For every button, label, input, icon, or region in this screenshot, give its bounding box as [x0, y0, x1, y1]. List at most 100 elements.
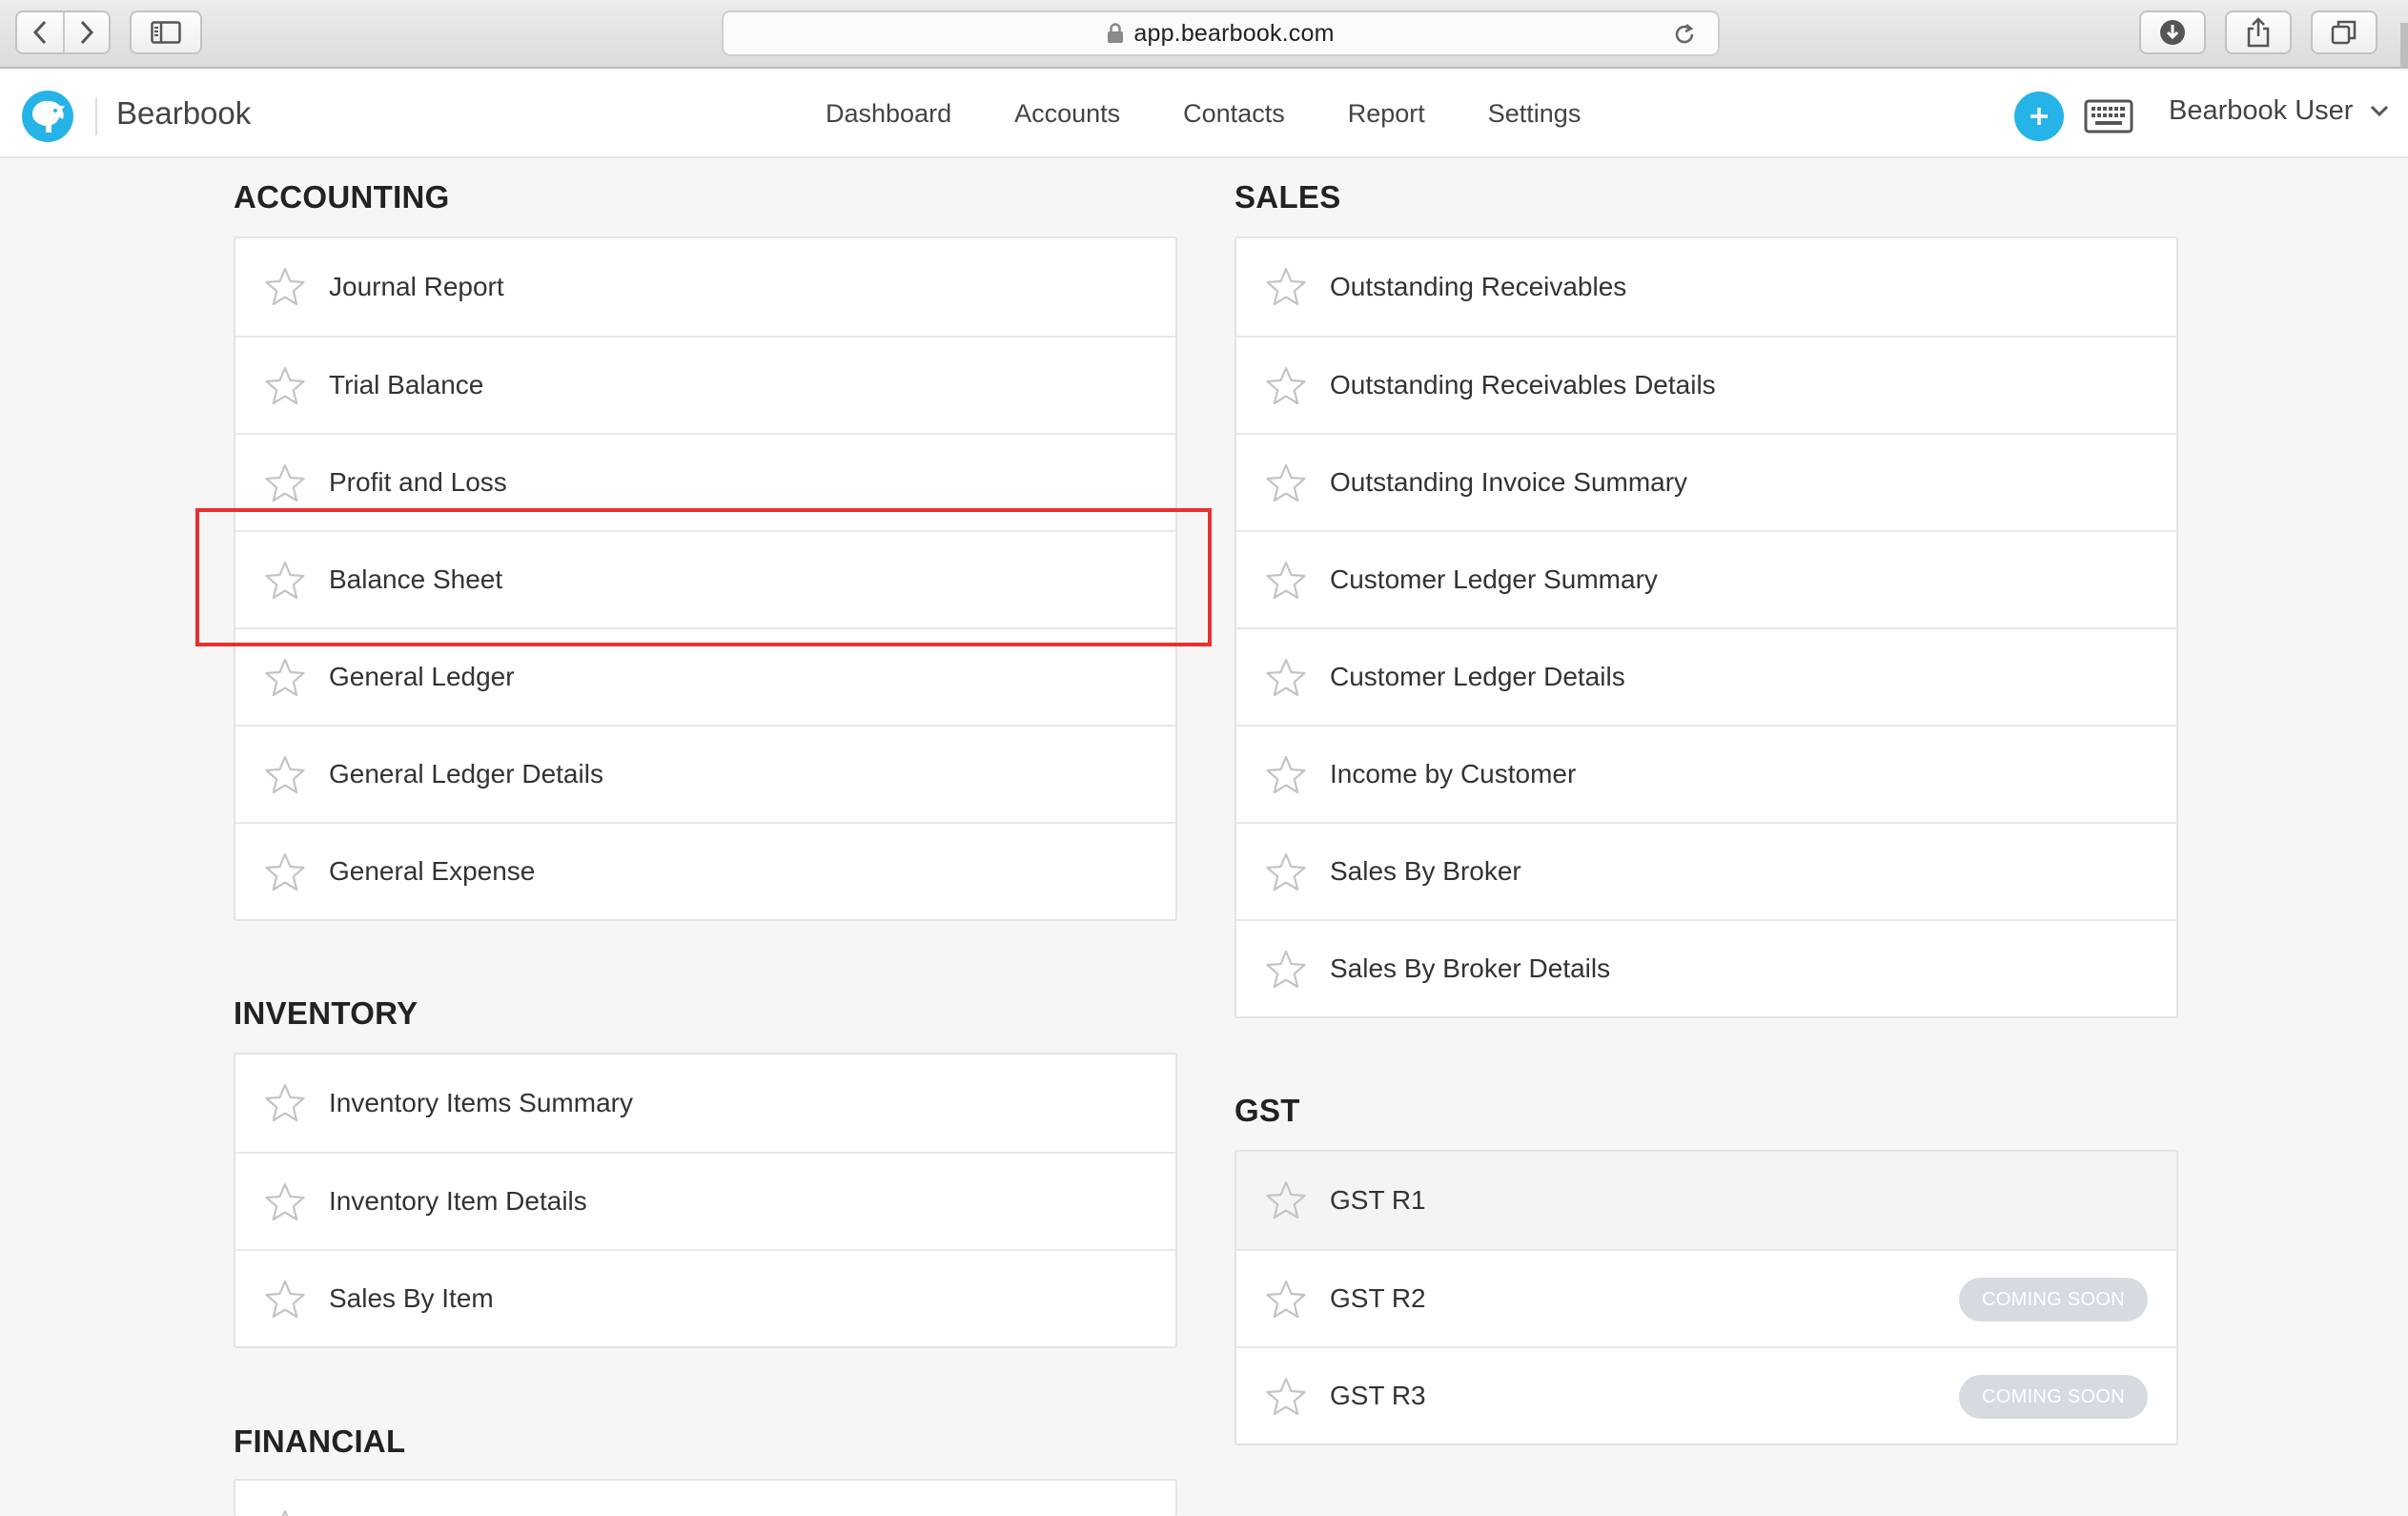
star-icon[interactable]	[1265, 851, 1307, 893]
report-label: Sales By Broker	[1330, 856, 1521, 886]
gst-report-list: GST R1 GST R2 COMING SOON GST R3 COMING …	[1235, 1150, 2178, 1445]
report-label: Sales By Item	[329, 1283, 494, 1313]
brand-divider	[95, 97, 97, 135]
sidebar-toggle-button[interactable]	[130, 10, 202, 54]
report-row-inventory-item-details[interactable]: Inventory Item Details	[235, 1152, 1175, 1249]
nav-accounts[interactable]: Accounts	[1014, 99, 1120, 129]
share-icon	[2247, 17, 2270, 48]
report-row-outstanding-receivables[interactable]: Outstanding Receivables	[1236, 238, 2176, 336]
share-button[interactable]	[2225, 10, 2292, 54]
star-icon[interactable]	[1265, 266, 1307, 308]
tabs-overview-button[interactable]	[2311, 10, 2377, 54]
chevron-right-icon	[80, 20, 94, 45]
highlight-annotation-box	[195, 508, 1212, 646]
add-button[interactable]	[2014, 92, 2064, 141]
chevron-left-icon	[32, 20, 47, 45]
history-nav	[15, 10, 111, 54]
section-title-gst: GST	[1235, 1093, 1300, 1128]
report-row-sales-by-item[interactable]: Sales By Item	[235, 1249, 1175, 1346]
report-row-trial-balance[interactable]: Trial Balance	[235, 336, 1175, 433]
star-icon[interactable]	[264, 1181, 306, 1223]
report-row-inventory-items-summary[interactable]: Inventory Items Summary	[235, 1055, 1175, 1152]
main-nav: Dashboard Accounts Contacts Report Setti…	[826, 99, 1643, 129]
star-icon[interactable]	[264, 1279, 306, 1321]
report-row-sales-by-broker[interactable]: Sales By Broker	[1236, 822, 2176, 919]
forward-button[interactable]	[63, 12, 109, 52]
browser-toolbar: app.bearbook.com	[0, 0, 2408, 69]
report-label: Journal Report	[329, 272, 504, 301]
lock-icon	[1107, 23, 1124, 44]
user-menu[interactable]: Bearbook User	[2169, 95, 2389, 127]
report-row-outstanding-receivables-details[interactable]: Outstanding Receivables Details	[1236, 336, 2176, 433]
coming-soon-badge: COMING SOON	[1959, 1278, 2148, 1321]
report-row-general-expense[interactable]: General Expense	[235, 822, 1175, 919]
star-icon[interactable]	[264, 1508, 306, 1516]
financial-report-list	[234, 1479, 1177, 1516]
report-label: General Ledger Details	[329, 759, 603, 789]
report-row-income-by-customer[interactable]: Income by Customer	[1236, 725, 2176, 822]
section-title-sales: SALES	[1235, 179, 1341, 215]
report-label: GST R2	[1330, 1283, 1426, 1313]
report-row-gst-r3[interactable]: GST R3 COMING SOON	[1236, 1346, 2176, 1444]
user-name: Bearbook User	[2169, 95, 2354, 126]
star-icon[interactable]	[1265, 1376, 1307, 1418]
nav-contacts[interactable]: Contacts	[1183, 99, 1285, 129]
tabs-icon	[2331, 20, 2357, 45]
window-edge	[2400, 23, 2408, 69]
star-icon[interactable]	[264, 754, 306, 796]
star-icon[interactable]	[1265, 949, 1307, 991]
star-icon[interactable]	[1265, 1279, 1307, 1321]
report-label: Customer Ledger Summary	[1330, 564, 1658, 594]
star-icon[interactable]	[1265, 657, 1307, 699]
address-bar[interactable]: app.bearbook.com	[722, 10, 1720, 56]
sidebar-icon	[151, 21, 181, 44]
star-icon[interactable]	[264, 657, 306, 699]
report-label: Trial Balance	[329, 370, 484, 399]
report-label: Sales By Broker Details	[1330, 953, 1611, 983]
url-text: app.bearbook.com	[1133, 19, 1335, 47]
report-label: GST R1	[1330, 1185, 1426, 1215]
app-header: Bearbook Dashboard Accounts Contacts Rep…	[0, 71, 2408, 158]
star-icon[interactable]	[1265, 462, 1307, 504]
downloads-button[interactable]	[2139, 10, 2206, 54]
report-row-journal-report[interactable]: Journal Report	[235, 238, 1175, 336]
report-row-gst-r1[interactable]: GST R1	[1236, 1152, 2176, 1249]
inventory-report-list: Inventory Items Summary Inventory Item D…	[234, 1053, 1177, 1348]
report-label: General Expense	[329, 856, 536, 886]
download-icon	[2160, 20, 2185, 45]
star-icon[interactable]	[264, 462, 306, 504]
star-icon[interactable]	[1265, 754, 1307, 796]
star-icon[interactable]	[264, 266, 306, 308]
nav-dashboard[interactable]: Dashboard	[826, 99, 951, 129]
star-icon[interactable]	[1265, 365, 1307, 407]
coming-soon-badge: COMING SOON	[1959, 1375, 2148, 1419]
report-row-customer-ledger-summary[interactable]: Customer Ledger Summary	[1236, 530, 2176, 627]
bearbook-logo-icon[interactable]	[21, 90, 74, 143]
report-label: Inventory Item Details	[329, 1186, 587, 1216]
chevron-down-icon	[2370, 105, 2389, 118]
report-label: Outstanding Receivables	[1330, 272, 1627, 301]
report-label: Profit and Loss	[329, 467, 507, 497]
report-row-outstanding-invoice-summary[interactable]: Outstanding Invoice Summary	[1236, 433, 2176, 530]
report-row-gst-r2[interactable]: GST R2 COMING SOON	[1236, 1249, 2176, 1346]
star-icon[interactable]	[1265, 560, 1307, 602]
report-label: GST R3	[1330, 1381, 1426, 1410]
section-title-accounting: ACCOUNTING	[234, 179, 450, 215]
report-label: Customer Ledger Details	[1330, 662, 1625, 691]
report-row-customer-ledger-details[interactable]: Customer Ledger Details	[1236, 627, 2176, 725]
star-icon[interactable]	[264, 1082, 306, 1124]
section-title-financial: FINANCIAL	[234, 1424, 406, 1459]
back-button[interactable]	[17, 12, 63, 52]
keyboard-shortcuts-icon[interactable]	[2084, 97, 2133, 135]
section-title-inventory: INVENTORY	[234, 995, 418, 1031]
report-row-sales-by-broker-details[interactable]: Sales By Broker Details	[1236, 919, 2176, 1016]
report-row-general-ledger-details[interactable]: General Ledger Details	[235, 725, 1175, 822]
nav-report[interactable]: Report	[1348, 99, 1425, 129]
nav-settings[interactable]: Settings	[1488, 99, 1582, 129]
reload-icon[interactable]	[1670, 20, 1699, 49]
brand-name[interactable]: Bearbook	[116, 95, 251, 132]
star-icon[interactable]	[1265, 1179, 1307, 1221]
star-icon[interactable]	[264, 851, 306, 893]
star-icon[interactable]	[264, 365, 306, 407]
report-label: Outstanding Invoice Summary	[1330, 467, 1688, 497]
